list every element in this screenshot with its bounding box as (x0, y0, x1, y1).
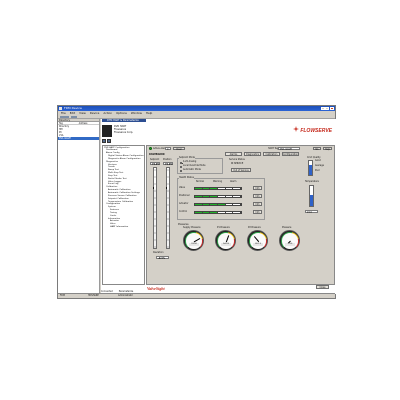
dtm-icon-buttons (102, 139, 111, 143)
supply-pressure-gauge: 74.00 (183, 230, 204, 251)
position-marker (165, 187, 168, 189)
health-row-control-info-button[interactable]: Info (253, 210, 262, 214)
health-row-actuator-label: Actuator (179, 202, 189, 205)
signal-quality-fill (309, 165, 312, 175)
health-col-alarm: Alarm (230, 180, 237, 183)
pressure-gauge: 0.00 (279, 230, 300, 251)
deviation-value: -0.1% (156, 256, 169, 260)
hart-tag-field[interactable]: DV1-VALVE (278, 147, 300, 151)
diagnostics-button[interactable]: Diagnostics (244, 152, 261, 156)
mode-auto-radio[interactable] (180, 169, 183, 172)
hart-tag-label: HART Tag (268, 146, 279, 150)
tree-item[interactable]: HART Information (104, 226, 143, 229)
status-right: HDSHARE (88, 294, 99, 297)
dtm-tab-strip: DTM HART & Parameterize (101, 119, 336, 123)
health-col-normal: Normal (196, 180, 204, 183)
out-of-service-button[interactable]: Out of Service (231, 168, 251, 172)
position-bar (165, 167, 170, 249)
setpoint-mode-label: Setpoint Mode (179, 156, 195, 160)
active-alarms-count: 0 (165, 147, 171, 151)
temperature-bar (309, 185, 314, 207)
gauge-value: 54.03 (221, 243, 231, 246)
health-row-positioner-info-button[interactable]: Info (253, 194, 262, 198)
flowserve-logo: FLOWSERVE (292, 126, 332, 134)
signal-average: Average (315, 164, 324, 167)
device-icon[interactable] (102, 139, 106, 143)
maximize-button[interactable] (325, 106, 330, 111)
setpoint-bar (152, 167, 157, 249)
mode-auto-label: Automatic Mode (183, 168, 201, 172)
na-button[interactable]: NA (313, 146, 321, 151)
signal-good: Good (315, 159, 321, 162)
gauge-value: 26.13 (253, 243, 263, 246)
health-row-valve-info-button[interactable]: Info (253, 186, 262, 190)
column-tag[interactable]: Tag (59, 122, 63, 125)
deviation-label: Deviation (153, 251, 164, 254)
signal-poor: Poor (315, 169, 320, 172)
close-button[interactable]: Close (316, 285, 329, 289)
alarms-button[interactable]: Alarms (225, 152, 242, 156)
device-directory-pane: Directory Tag Address Directory HM PC V1… (58, 119, 100, 294)
setpoint-marker[interactable] (152, 187, 155, 189)
health-row-valve-bar (194, 186, 242, 190)
dtm-tab[interactable]: DTM HART & Parameterize (102, 119, 146, 123)
calibration-button[interactable]: Calibration (263, 152, 280, 156)
health-status-group (177, 178, 265, 220)
device-info: DVR HART Flowserve Flowserve Corp. (102, 124, 182, 138)
p1-pressure-gauge: 54.03 (215, 230, 236, 251)
directory-row-selected[interactable]: DV1-VALVE (58, 137, 99, 140)
health-row-actuator-bar (194, 202, 242, 206)
app-window: FDM Device File Edit View Device Action … (57, 105, 336, 299)
gauge-value: 0.00 (285, 243, 295, 246)
setpoint-bar-ticks (154, 168, 156, 248)
column-address[interactable]: Address (79, 122, 88, 125)
dashboard-title: DASHBOARD (149, 153, 165, 156)
dtm-pane: DTM HART & Parameterize DVR HART Flowser… (101, 119, 336, 294)
health-row-control-label: Control (179, 210, 187, 213)
close-window-button[interactable] (330, 106, 334, 111)
health-row-positioner-bar (194, 194, 242, 198)
health-col-warning: Warning (213, 180, 222, 183)
setpoint-value: 74.0% (150, 162, 160, 166)
valvesight-brand: ValveSight (147, 286, 165, 291)
temperature-fill (310, 195, 313, 206)
status-left: FDM (60, 294, 65, 297)
minimize-button[interactable] (320, 106, 325, 111)
health-status-label: Health Status (179, 176, 194, 180)
status-bar: FDM HDSHARE Administrator (58, 293, 335, 298)
position-value: 74.0% (163, 162, 173, 166)
device-text: DVR HART Flowserve Flowserve Corp. (114, 125, 133, 135)
configuration-button[interactable]: Configuration (282, 152, 299, 156)
service-status-value: IN SERVICE (231, 162, 244, 165)
health-row-valve-label: Valve (179, 186, 185, 189)
logo-text: FLOWSERVE (300, 128, 332, 134)
flowserve-star-icon (292, 126, 299, 132)
device-vendor-full: Flowserve Corp. (114, 131, 134, 135)
app-icon (59, 107, 62, 110)
temperature-value: 24.0 (305, 210, 318, 214)
position-bar-ticks (167, 168, 169, 248)
navigation-tree: DVR HART Configuration Dashboard Alarm Con… (102, 145, 145, 285)
health-row-control-bar (194, 210, 242, 214)
health-row-actuator-info-button[interactable]: Info (253, 202, 262, 206)
gauge-value: 74.00 (189, 243, 199, 246)
signal-quality-bar (308, 160, 313, 176)
p2-pressure-gauge: 26.13 (247, 230, 268, 251)
temperature-label: Temperature (305, 180, 319, 183)
status-led-icon (149, 147, 153, 151)
device-image (102, 125, 112, 137)
health-row-positioner-label: Positioner (179, 194, 190, 197)
help-button[interactable]: Help (323, 146, 332, 151)
dashboard-panel: Active Alarms 0 Clear HART Tag DV1-VALVE… (146, 145, 335, 285)
toolbar-save-icon[interactable] (66, 115, 69, 119)
window-title: FDM Device (64, 106, 82, 110)
toolbar-disconnect-icon[interactable] (74, 115, 77, 119)
clear-button[interactable]: Clear (173, 146, 185, 151)
mode-local-radio[interactable] (180, 165, 183, 168)
status-user: Administrator (118, 294, 133, 297)
mode-analog-radio[interactable] (180, 161, 183, 165)
refresh-icon[interactable] (107, 139, 111, 143)
window-controls (320, 106, 334, 111)
